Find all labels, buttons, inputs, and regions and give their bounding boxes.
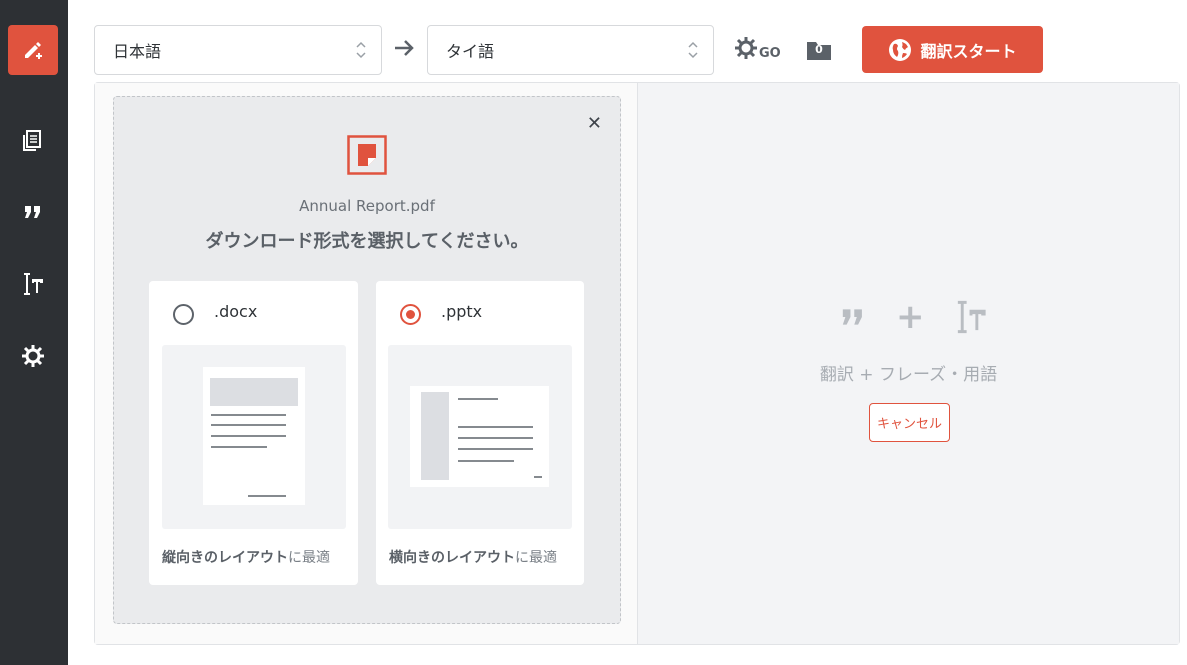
close-icon[interactable]: ✕ [587,113,602,134]
folder-button[interactable]: 0 [806,39,832,65]
plus-icon: + [896,297,925,337]
docx-caption: 縦向きのレイアウトに最適 [162,547,330,567]
document-icon [23,130,41,151]
folder-count: 0 [815,43,823,56]
source-panel: ✕ Annual Report.pdf ダウンロード形式を選択してください。 .… [95,83,638,644]
target-language-value: タイ語 [446,42,495,61]
file-name: Annual Report.pdf [299,197,435,215]
landscape-layout-illustration [410,386,549,487]
target-panel: + 翻訳 + フレーズ・用語 キャンセル [638,83,1179,644]
docx-caption-bold: 縦向きのレイアウト [162,550,288,566]
sidebar-item-phrases[interactable] [8,187,58,237]
target-language-select[interactable]: タイ語 [427,25,714,75]
pptx-radio[interactable] [400,304,421,325]
updown-icon [356,41,366,59]
globe-icon [889,38,912,61]
settings-go-button[interactable]: GO [734,36,781,60]
gear-icon [735,37,757,59]
translation-phrases-terms-label: 翻訳 + フレーズ・用語 [819,365,998,385]
pptx-caption: 横向きのレイアウトに最適 [389,547,557,567]
text-icon [957,300,986,334]
source-language-value: 日本語 [113,42,162,61]
updown-icon [688,41,698,59]
source-language-select[interactable]: 日本語 [94,25,382,75]
sidebar-item-edit[interactable] [8,25,58,75]
quote-icon [25,206,40,218]
sidebar-item-documents[interactable] [8,115,58,165]
sidebar [0,0,68,665]
text-icon [24,273,43,295]
settings-go-label: GO [759,46,781,61]
docx-caption-rest: に最適 [288,550,330,566]
pdf-file-icon [347,135,387,175]
portrait-preview [162,345,346,529]
portrait-layout-illustration [203,367,305,505]
docx-label: .docx [214,302,258,321]
feature-icons: + [838,298,989,336]
pptx-caption-bold: 横向きのレイアウト [389,550,515,566]
file-dropzone[interactable]: ✕ Annual Report.pdf ダウンロード形式を選択してください。 .… [113,96,621,624]
arrow-right-icon [395,40,414,56]
docx-radio[interactable] [173,304,194,325]
workspace: ✕ Annual Report.pdf ダウンロード形式を選択してください。 .… [94,82,1180,645]
format-prompt: ダウンロード形式を選択してください。 [205,231,529,252]
landscape-preview [388,345,572,529]
pptx-caption-rest: に最適 [515,550,557,566]
sidebar-item-settings[interactable] [8,331,58,381]
start-translation-label: 翻訳スタート [920,41,1017,61]
sidebar-item-terms[interactable] [8,259,58,309]
format-option-pptx[interactable]: .pptx 横向きのレイアウトに最適 [376,281,584,585]
cancel-button[interactable]: キャンセル [869,403,950,442]
start-translation-button[interactable]: 翻訳スタート [862,26,1043,73]
format-option-docx[interactable]: .docx 縦向きのレイアウトに最適 [149,281,358,585]
gear-icon [22,345,44,367]
pptx-label: .pptx [441,302,483,321]
edit-icon [25,42,42,59]
quote-icon [842,309,862,325]
